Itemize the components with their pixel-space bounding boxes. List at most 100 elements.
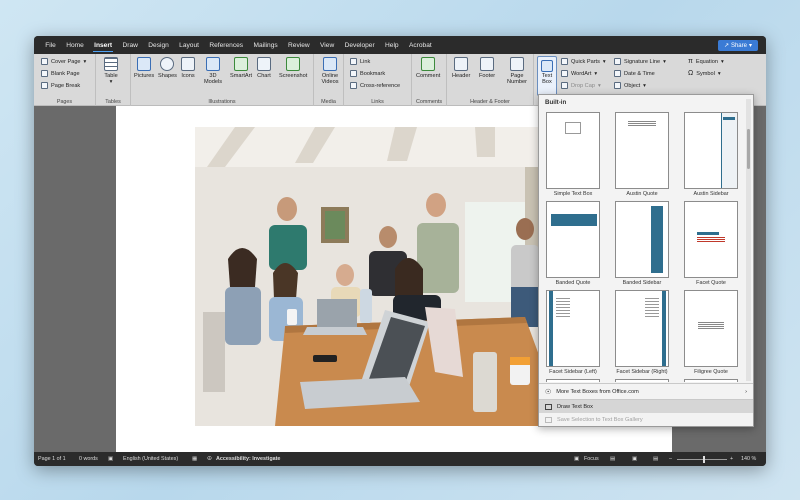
draw-text-box-item[interactable]: Draw Text Box [539,400,753,413]
bookmark-button[interactable]: Bookmark [350,70,385,77]
screenshot-button[interactable]: Screenshot [279,57,307,79]
group-label-media: Media [321,99,336,105]
drop-cap-button[interactable]: Drop Cap ▾ [561,82,601,89]
gallery-item-facet-sidebar-right[interactable] [615,290,669,367]
object-icon [614,82,621,89]
icons-icon [181,57,195,71]
header-button[interactable]: Header [452,57,470,79]
tab-view[interactable]: View [315,36,340,54]
gallery-item-banded-quote[interactable] [546,201,600,278]
gallery-item-facet-quote[interactable] [684,201,738,278]
chevron-down-icon: ▾ [594,70,598,77]
gallery-item-filigree-quote[interactable] [684,290,738,367]
wordart-button[interactable]: WordArt ▾ [561,70,597,77]
focus-icon[interactable]: ▣ [574,456,579,462]
page-number-button[interactable]: Page Number [505,57,529,86]
blank-page-icon [41,70,48,77]
tab-review[interactable]: Review [283,36,315,54]
object-label: Object [624,82,641,89]
table-icon [104,57,118,71]
shapes-button[interactable]: Shapes [158,57,177,79]
tab-references[interactable]: References [204,36,248,54]
tab-design[interactable]: Design [143,36,174,54]
gallery-scrollbar-thumb[interactable] [747,129,750,169]
zoom-slider-thumb[interactable] [703,456,705,463]
bookmark-label: Bookmark [360,70,386,77]
language[interactable]: English (United States) [123,456,178,462]
tab-home[interactable]: Home [61,36,89,54]
tab-insert[interactable]: Insert [89,36,117,54]
shapes-label: Shapes [158,73,177,79]
smartart-button[interactable]: SmartArt [230,57,252,79]
chart-button[interactable]: Chart [257,57,271,79]
tab-layout[interactable]: Layout [174,36,204,54]
accessibility-status[interactable]: Accessibility: Investigate [216,456,280,462]
blank-page-button[interactable]: Blank Page [41,70,80,77]
object-button[interactable]: Object ▾ [614,82,646,89]
proofing-icon[interactable]: ▣ [108,456,113,462]
office-team-photo[interactable] [195,127,565,426]
save-selection-item[interactable]: Save Selection to Text Box Gallery [539,413,753,426]
read-mode-icon[interactable]: ▤ [610,456,615,462]
page-break-button[interactable]: Page Break [41,82,80,89]
online-videos-button[interactable]: Online Videos [319,57,341,86]
pictures-button[interactable]: Pictures [134,57,154,79]
cover-page-button[interactable]: Cover Page ▾ [41,58,86,65]
chevron-down-icon: ▾ [717,70,721,77]
pi-icon: π [688,58,693,65]
3d-models-button[interactable]: 3D Models [201,57,225,86]
zoom-in-icon[interactable]: + [730,456,733,462]
gallery-item-facet-sidebar-left[interactable] [546,290,600,367]
gallery-item-austin-sidebar[interactable] [684,112,738,189]
globe-icon: ☉ [545,388,552,396]
icons-button[interactable]: Icons [181,57,195,79]
word-count[interactable]: 0 words [79,456,98,462]
gallery-item-partial [684,379,738,382]
predictions-icon[interactable]: ▦ [192,456,197,462]
video-icon [323,57,337,71]
wordart-icon [561,70,568,77]
gallery-item-banded-sidebar[interactable] [615,201,669,278]
cover-page-icon [41,58,48,65]
text-box-gallery[interactable]: Built-in Simple Text Box Austin Quote Au… [538,94,754,427]
footer-button[interactable]: Footer [479,57,495,79]
tab-developer[interactable]: Developer [339,36,379,54]
date-time-button[interactable]: Date & Time [614,70,655,77]
zoom-slider[interactable] [677,459,727,460]
zoom-out-icon[interactable]: – [669,456,672,462]
web-layout-icon[interactable]: ▤ [653,456,658,462]
gallery-item-simple-text-box[interactable] [546,112,600,189]
chart-label: Chart [257,73,271,79]
symbol-button[interactable]: Ω Symbol ▾ [688,70,721,77]
equation-button[interactable]: π Equation ▾ [688,58,724,65]
tab-draw[interactable]: Draw [117,36,143,54]
quick-parts-button[interactable]: Quick Parts ▾ [561,58,606,65]
page-number-icon [510,57,524,71]
gallery-item-austin-quote[interactable] [615,112,669,189]
text-box-button[interactable]: Text Box [537,56,557,96]
print-layout-icon[interactable]: ▣ [632,456,637,462]
focus-button[interactable]: Focus [584,456,599,462]
gallery-label: Facet Sidebar (Left) [549,369,597,375]
chevron-down-icon: ▾ [643,82,646,89]
tab-help[interactable]: Help [380,36,404,54]
share-button[interactable]: ↗ Share ▾ [717,40,758,51]
accessibility-icon[interactable]: ☮ [207,456,212,462]
page-count[interactable]: Page 1 of 1 [38,456,66,462]
group-label-pages: Pages [56,99,73,105]
tab-file[interactable]: File [40,36,61,54]
link-button[interactable]: Link [350,58,370,65]
tab-acrobat[interactable]: Acrobat [404,36,437,54]
gallery-heading: Built-in [545,99,567,106]
comment-button[interactable]: Comment [416,57,440,79]
gallery-divider [539,383,753,384]
tab-mailings[interactable]: Mailings [248,36,283,54]
band-preview [551,214,597,226]
zoom-level[interactable]: 140 % [741,456,756,462]
more-text-boxes-item[interactable]: ☉ More Text Boxes from Office.com › [539,385,753,398]
table-button[interactable]: Table ▾ [104,57,118,86]
chevron-right-icon: › [745,388,747,395]
signature-line-button[interactable]: Signature Line ▾ [614,58,666,65]
gallery-scrollbar[interactable] [746,99,751,381]
cross-reference-button[interactable]: Cross-reference [350,82,400,89]
